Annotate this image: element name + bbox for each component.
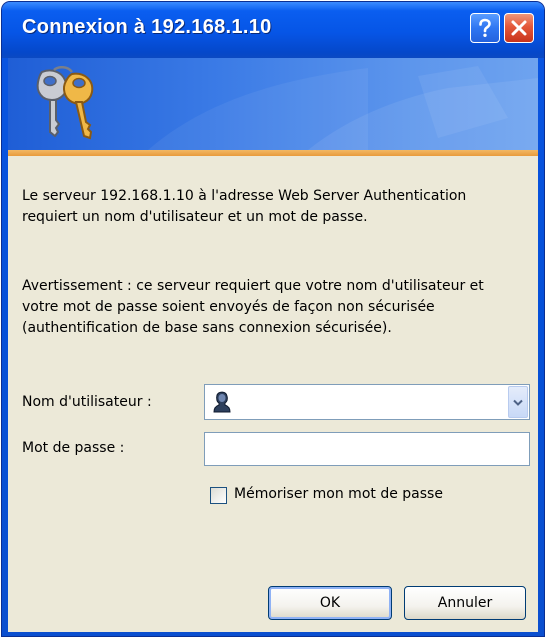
close-x-icon (511, 20, 527, 36)
window-title: Connexion à 192.168.1.10 (22, 16, 272, 38)
help-button[interactable] (470, 13, 500, 43)
login-dialog: Connexion à 192.168.1.10 Le serveur 192.… (2, 2, 544, 636)
question-mark-icon (479, 18, 491, 37)
password-label: Mot de passe : (22, 440, 125, 456)
user-icon (213, 391, 231, 413)
remember-password-label[interactable]: Mémoriser mon mot de passe (234, 486, 443, 502)
banner-divider (8, 150, 538, 156)
username-label: Nom d'utilisateur : (22, 394, 152, 410)
close-button[interactable] (504, 13, 534, 43)
title-bar[interactable]: Connexion à 192.168.1.10 (2, 2, 544, 58)
password-field[interactable] (204, 432, 530, 466)
server-message: Le serveur 192.168.1.10 à l'adresse Web … (22, 188, 467, 225)
keys-icon (36, 66, 94, 140)
ok-button[interactable]: OK (268, 586, 392, 620)
username-dropdown-button[interactable] (508, 386, 528, 418)
cancel-button[interactable]: Annuler (404, 586, 526, 620)
chevron-down-icon (513, 399, 523, 406)
remember-password-checkbox[interactable] (210, 487, 227, 504)
security-warning: Avertissement : ce serveur requiert que … (22, 278, 484, 336)
username-combobox[interactable] (204, 384, 530, 420)
header-banner (8, 58, 538, 150)
dialog-body: Le serveur 192.168.1.10 à l'adresse Web … (8, 58, 538, 632)
